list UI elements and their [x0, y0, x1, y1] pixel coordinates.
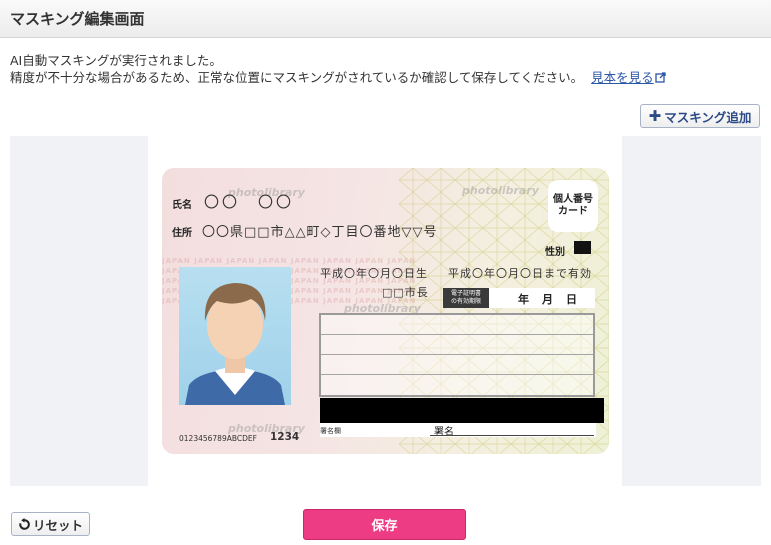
id-card-image: JAPAN JAPAN JAPAN JAPAN JAPAN JAPAN JAPA… — [162, 168, 609, 454]
signature-underline — [430, 435, 594, 436]
cert-expiry-tag: 電子証明書 の有効期限 — [443, 288, 489, 308]
reset-label: リセット — [32, 517, 83, 533]
sample-link-text: 見本を見る — [591, 70, 654, 85]
plus-icon: ✚ — [648, 106, 662, 125]
address-value: 〇〇県□□市△△町◇丁目〇番地▽▽号 — [202, 225, 438, 240]
description-line-2: 精度が不十分な場合があるため、正常な位置にマスキングがされているか確認して保存し… — [10, 69, 666, 86]
person-illustration — [185, 283, 285, 405]
card-number-last4: 1234 — [270, 431, 300, 443]
address-label: 住所 — [172, 228, 192, 239]
external-link-icon — [655, 72, 666, 83]
reset-button[interactable]: リセット — [11, 512, 90, 536]
page-header: マスキング編集画面 — [0, 0, 771, 38]
mynumber-card-badge: 個人番号 カード — [548, 180, 598, 232]
add-masking-button[interactable]: ✚ マスキング追加 — [640, 104, 760, 128]
remarks-row — [321, 315, 593, 335]
description-line-1: AI自動マスキングが実行されました。 — [10, 53, 222, 68]
canvas-padding-right — [622, 136, 761, 486]
canvas-padding-left — [10, 136, 148, 486]
expiry-value: 平成〇年〇月〇日まで有効 — [448, 267, 592, 280]
description-line-2-text: 精度が不十分な場合があるため、正常な位置にマスキングがされているか確認して保存し… — [10, 70, 584, 85]
birth-value: 平成〇年〇月〇日生 — [320, 267, 428, 280]
sex-mask — [574, 241, 591, 254]
description: AI自動マスキングが実行されました。 精度が不十分な場合があるため、正常な位置に… — [10, 52, 666, 86]
issuer-value: □□市長 — [382, 286, 429, 299]
card-number: 0123456789ABCDEF — [179, 434, 257, 443]
signature-field-label: 署名欄 — [320, 427, 341, 435]
remarks-row — [321, 375, 593, 395]
sample-link[interactable]: 見本を見る — [591, 70, 666, 85]
name-value: 〇〇 〇〇 — [204, 193, 295, 211]
badge-line-1: 個人番号 — [553, 194, 593, 205]
name-label: 氏名 — [172, 200, 192, 211]
save-label: 保存 — [371, 519, 398, 534]
face-photo — [179, 267, 291, 405]
page-title: マスキング編集画面 — [10, 10, 145, 28]
remarks-row — [321, 355, 593, 375]
masking-region[interactable] — [320, 398, 604, 423]
add-masking-label: マスキング追加 — [664, 109, 752, 125]
cert-expiry-date: 年 月 日 — [518, 293, 578, 306]
reset-icon — [19, 517, 30, 530]
remarks-row — [321, 335, 593, 355]
signature-area: 署名欄 署名 — [320, 423, 596, 438]
cert-label-line-2: の有効期限 — [450, 298, 481, 305]
save-button[interactable]: 保存 — [303, 509, 466, 540]
sex-label: 性別 — [545, 247, 565, 258]
remarks-box — [319, 313, 595, 397]
watermark-2: photolibrary — [462, 184, 539, 197]
badge-line-2: カード — [558, 206, 588, 217]
cert-label-line-1: 電子証明書 — [450, 290, 481, 297]
